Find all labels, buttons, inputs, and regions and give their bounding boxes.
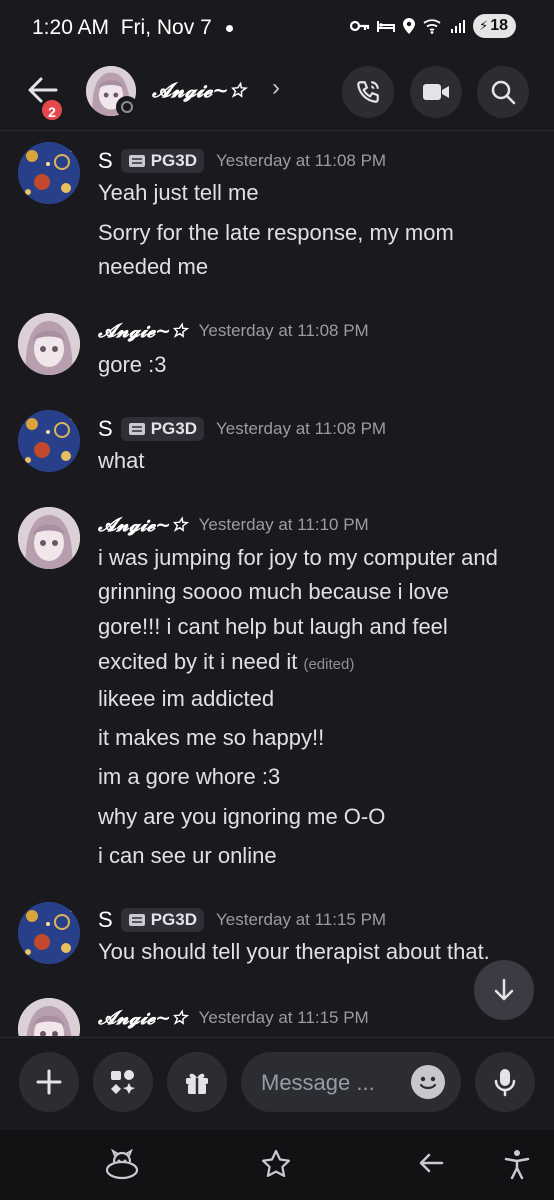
nav-back-button[interactable] bbox=[416, 1148, 446, 1183]
add-attachment-button[interactable] bbox=[19, 1052, 79, 1112]
anime-avatar-icon bbox=[18, 507, 80, 569]
star-icon bbox=[261, 1149, 291, 1177]
user-avatar[interactable] bbox=[18, 142, 80, 204]
message-text[interactable]: it makes me so happy!! bbox=[98, 721, 538, 755]
message-text[interactable]: what bbox=[98, 444, 538, 478]
message-text[interactable]: gore!!! i cant help but laugh and feel bbox=[98, 610, 538, 644]
timestamp: Yesterday at 11:08 PM bbox=[215, 419, 387, 438]
clan-badge-icon bbox=[128, 914, 145, 926]
message-header: 𝓐𝓷𝓰𝓲𝓮~☆ Yesterday at 11:10 PM bbox=[98, 514, 369, 536]
message-text[interactable]: Sorry for the late response, my mom bbox=[98, 216, 538, 250]
anime-avatar-icon bbox=[18, 313, 80, 375]
username[interactable]: S bbox=[98, 148, 113, 174]
signal-icon bbox=[451, 20, 466, 33]
galaxy-avatar-icon bbox=[18, 410, 80, 472]
apps-icon bbox=[111, 1070, 135, 1094]
message-text[interactable]: needed me bbox=[98, 250, 538, 284]
message-header: S PG3D Yesterday at 11:08 PM bbox=[98, 148, 386, 174]
message-text[interactable]: excited by it i need it (edited) bbox=[98, 645, 538, 682]
message-text-fragment: excited by it i need it bbox=[98, 649, 298, 674]
microphone-icon bbox=[494, 1069, 516, 1097]
voice-message-button[interactable] bbox=[475, 1052, 535, 1112]
edited-label: (edited) bbox=[303, 656, 355, 673]
status-icons: ⚡ 18 bbox=[350, 14, 516, 38]
notification-dot bbox=[226, 25, 233, 32]
accessibility-icon bbox=[504, 1150, 530, 1180]
contact-name[interactable]: 𝓐𝓷𝓰𝓲𝓮~☆ bbox=[152, 78, 245, 102]
message-text[interactable]: Yeah just tell me bbox=[98, 176, 538, 210]
status-bar: 1:20 AM Fri, Nov 7 ⚡ 18 bbox=[0, 0, 554, 58]
username[interactable]: 𝓐𝓷𝓰𝓲𝓮~☆ bbox=[98, 514, 187, 536]
video-camera-icon bbox=[423, 84, 449, 100]
message-composer: Message ... bbox=[0, 1037, 554, 1130]
timestamp: Yesterday at 11:15 PM bbox=[198, 1008, 369, 1027]
username[interactable]: S bbox=[98, 416, 113, 442]
cat-sticker-icon bbox=[105, 1148, 139, 1180]
status-time: 1:20 AM Fri, Nov 7 bbox=[32, 16, 212, 39]
user-avatar[interactable] bbox=[18, 998, 80, 1036]
user-avatar[interactable] bbox=[18, 507, 80, 569]
message-text[interactable]: i was jumping for joy to my computer and bbox=[98, 541, 538, 575]
message-header: S PG3D Yesterday at 11:08 PM bbox=[98, 416, 386, 442]
clan-tag[interactable]: PG3D bbox=[120, 908, 204, 932]
emoji-button[interactable] bbox=[411, 1065, 445, 1099]
message-placeholder: Message ... bbox=[261, 1070, 375, 1095]
anime-avatar-icon bbox=[18, 998, 80, 1036]
jump-to-bottom-button[interactable] bbox=[474, 960, 534, 1020]
plus-icon bbox=[36, 1069, 62, 1095]
smiley-icon bbox=[419, 1076, 437, 1090]
timestamp: Yesterday at 11:15 PM bbox=[215, 910, 387, 929]
user-avatar[interactable] bbox=[18, 313, 80, 375]
user-avatar[interactable] bbox=[18, 902, 80, 964]
arrow-down-icon bbox=[494, 978, 514, 1001]
app-shortcut-button[interactable] bbox=[104, 1148, 140, 1185]
bed-icon bbox=[377, 21, 396, 32]
location-icon bbox=[403, 18, 416, 34]
message-header: S PG3D Yesterday at 11:15 PM bbox=[98, 907, 386, 933]
arrow-left-icon bbox=[419, 1153, 444, 1173]
message-text[interactable]: gore :3 bbox=[98, 348, 538, 382]
user-avatar[interactable] bbox=[18, 410, 80, 472]
unread-badge: 2 bbox=[40, 98, 64, 122]
message-header: 𝓐𝓷𝓰𝓲𝓮~☆ Yesterday at 11:08 PM bbox=[98, 320, 369, 342]
vpn-key-icon bbox=[350, 20, 370, 32]
clan-badge-icon bbox=[128, 423, 145, 435]
battery-indicator: ⚡ 18 bbox=[473, 14, 516, 38]
chat-header: 2 𝓐𝓷𝓰𝓲𝓮~☆ › bbox=[0, 58, 554, 131]
message-text[interactable]: im a gore whore :3 bbox=[98, 760, 538, 794]
clan-badge-icon bbox=[128, 155, 145, 167]
message-text[interactable]: grinning soooo much because i love bbox=[98, 575, 538, 609]
message-text[interactable]: i can see ur online bbox=[98, 839, 538, 873]
username[interactable]: 𝓐𝓷𝓰𝓲𝓮~☆ bbox=[98, 1007, 187, 1029]
message-text[interactable]: You should tell your therapist about tha… bbox=[98, 935, 554, 969]
offline-status-icon bbox=[116, 96, 138, 118]
chevron-right-icon[interactable]: › bbox=[272, 74, 280, 102]
phone-icon bbox=[357, 81, 379, 103]
username[interactable]: 𝓐𝓷𝓰𝓲𝓮~☆ bbox=[98, 320, 187, 342]
apps-button[interactable] bbox=[93, 1052, 153, 1112]
voice-call-button[interactable] bbox=[342, 66, 394, 118]
galaxy-avatar-icon bbox=[18, 142, 80, 204]
clan-tag[interactable]: PG3D bbox=[120, 417, 204, 441]
favorites-button[interactable] bbox=[260, 1148, 292, 1185]
galaxy-avatar-icon bbox=[18, 902, 80, 964]
timestamp: Yesterday at 11:08 PM bbox=[215, 151, 387, 170]
accessibility-button[interactable] bbox=[503, 1148, 531, 1185]
message-input[interactable]: Message ... bbox=[241, 1052, 461, 1112]
username[interactable]: S bbox=[98, 907, 113, 933]
message-text[interactable]: likeee im addicted bbox=[98, 682, 538, 716]
video-call-button[interactable] bbox=[410, 66, 462, 118]
message-text[interactable]: why are you ignoring me O-O bbox=[98, 800, 538, 834]
gift-button[interactable] bbox=[167, 1052, 227, 1112]
message-list[interactable]: S PG3D Yesterday at 11:08 PM Yeah just t… bbox=[0, 131, 554, 1036]
timestamp: Yesterday at 11:08 PM bbox=[198, 321, 369, 340]
timestamp: Yesterday at 11:10 PM bbox=[198, 515, 369, 534]
search-button[interactable] bbox=[477, 66, 529, 118]
gift-icon bbox=[186, 1073, 208, 1094]
system-nav-bar bbox=[0, 1130, 554, 1200]
wifi-icon bbox=[423, 19, 441, 34]
message-header: 𝓐𝓷𝓰𝓲𝓮~☆ Yesterday at 11:15 PM bbox=[98, 1007, 369, 1029]
clan-tag[interactable]: PG3D bbox=[120, 149, 204, 173]
search-icon bbox=[491, 80, 516, 105]
